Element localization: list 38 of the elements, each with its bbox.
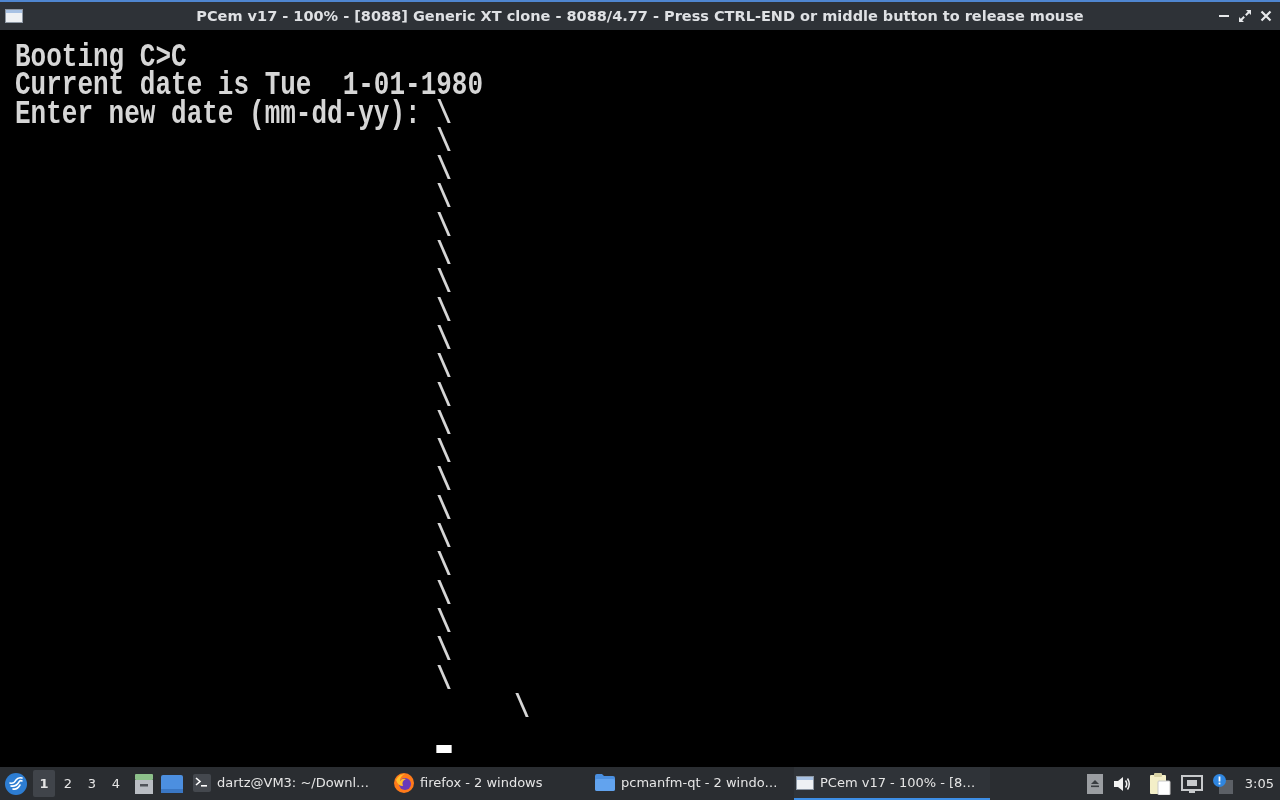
notification-icon[interactable] xyxy=(1212,773,1233,794)
desktop-button[interactable]: 3 xyxy=(81,770,103,797)
file-drawer-icon[interactable] xyxy=(135,773,153,794)
desktop-button[interactable]: 4 xyxy=(105,770,127,797)
desktop-button[interactable]: 2 xyxy=(57,770,79,797)
console-line: \ xyxy=(436,552,452,581)
flame-globe-icon xyxy=(394,772,414,793)
console-line: \ xyxy=(436,184,452,213)
window-icon[interactable] xyxy=(161,774,183,793)
console-line: \ xyxy=(436,467,452,496)
eject-icon[interactable] xyxy=(1086,773,1103,794)
task-button[interactable]: firefox - 2 windows xyxy=(392,767,588,800)
clipboard-icon[interactable] xyxy=(1148,772,1171,795)
bird-icon[interactable] xyxy=(5,772,27,795)
console-line: \ xyxy=(436,665,452,694)
console-line: \ xyxy=(436,354,452,383)
folder-icon xyxy=(595,774,615,791)
task-button[interactable]: PCem v17 - 100% - [8… xyxy=(794,767,990,800)
console-line: \ xyxy=(436,637,452,666)
maximize-icon[interactable] xyxy=(1239,10,1251,22)
console-line: \ xyxy=(436,580,452,609)
window-title: PCem v17 - 100% - [8088] Generic XT clone - 8088/4.77 - Press CTRL-END or middle button to release mouse xyxy=(196,8,1084,24)
console-line: \ xyxy=(436,382,452,411)
console-line: \ xyxy=(436,297,452,326)
console-line: Enter new date (mm-dd-yy): \ xyxy=(15,99,452,128)
terminal-icon xyxy=(193,773,211,792)
desktop-button[interactable]: 1 xyxy=(33,770,55,797)
console-line: Current date is Tue 1-01-1980 xyxy=(15,71,484,100)
task-button[interactable]: pcmanfm-qt - 2 windo… xyxy=(593,767,789,800)
speaker-icon[interactable] xyxy=(1112,774,1131,793)
window-icon xyxy=(796,775,814,790)
window-icon[interactable] xyxy=(5,9,23,23)
console-line: \ xyxy=(514,693,530,723)
task-button[interactable]: dartz@VM3: ~/Downl… xyxy=(191,767,387,800)
close-icon[interactable] xyxy=(1260,10,1272,22)
console-line: \ xyxy=(436,269,452,298)
clock-text: 3:05 xyxy=(1244,776,1274,791)
network-icon[interactable] xyxy=(1180,774,1203,793)
